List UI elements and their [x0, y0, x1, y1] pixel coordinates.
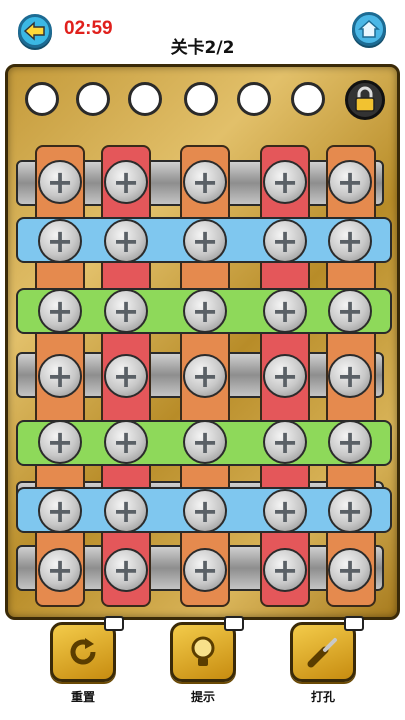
screw[interactable]: + — [183, 354, 227, 398]
screw[interactable]: + — [263, 160, 307, 204]
screw[interactable]: + — [38, 489, 82, 533]
screw[interactable]: + — [38, 420, 82, 464]
screw[interactable]: + — [104, 289, 148, 333]
empty-hole-slot[interactable] — [76, 82, 110, 116]
screw[interactable]: + — [38, 160, 82, 204]
screw[interactable]: + — [38, 289, 82, 333]
screw[interactable]: + — [38, 219, 82, 263]
empty-hole-slot[interactable] — [291, 82, 325, 116]
lightbulb-icon — [191, 636, 215, 666]
reset-label: 重置 — [70, 690, 95, 704]
screw[interactable]: + — [328, 354, 372, 398]
game-screen: 02:59 关卡2/2 + + + + + + + + + + + + + + … — [0, 0, 405, 720]
screw[interactable]: + — [328, 160, 372, 204]
screw[interactable]: + — [183, 160, 227, 204]
screw[interactable]: + — [328, 548, 372, 592]
screw[interactable]: + — [38, 548, 82, 592]
padlock-icon — [355, 86, 375, 112]
screw[interactable]: + — [104, 160, 148, 204]
video-ad-icon — [104, 616, 124, 631]
screw[interactable]: + — [263, 489, 307, 533]
screw[interactable]: + — [104, 489, 148, 533]
screw[interactable]: + — [104, 548, 148, 592]
reset-icon — [70, 638, 96, 665]
screw[interactable]: + — [183, 420, 227, 464]
empty-hole-slot[interactable] — [25, 82, 59, 116]
screw[interactable]: + — [183, 489, 227, 533]
video-ad-icon — [224, 616, 244, 631]
screw[interactable]: + — [104, 420, 148, 464]
screw[interactable]: + — [263, 289, 307, 333]
screw[interactable]: + — [328, 289, 372, 333]
screw[interactable]: + — [263, 548, 307, 592]
drill-icon — [307, 638, 337, 668]
level-indicator: 关卡2/2 — [170, 38, 235, 58]
screw[interactable]: + — [263, 219, 307, 263]
empty-hole-slot[interactable] — [237, 82, 271, 116]
drill-button[interactable] — [290, 622, 356, 682]
home-icon — [358, 19, 380, 38]
screw[interactable]: + — [183, 289, 227, 333]
screw[interactable]: + — [38, 354, 82, 398]
screw[interactable]: + — [328, 420, 372, 464]
screw[interactable]: + — [183, 219, 227, 263]
screw[interactable]: + — [104, 219, 148, 263]
drill-label: 打孔 — [310, 690, 335, 704]
home-button[interactable] — [352, 12, 386, 46]
empty-hole-slot[interactable] — [184, 82, 218, 116]
puzzle-board: + + + + + + + + + + + + + + + + + + + + … — [5, 64, 400, 620]
screw[interactable]: + — [328, 489, 372, 533]
reset-button[interactable] — [50, 622, 116, 682]
hint-label: 提示 — [190, 690, 215, 704]
hint-button[interactable] — [170, 622, 236, 682]
screw[interactable]: + — [263, 354, 307, 398]
video-ad-icon — [344, 616, 364, 631]
empty-hole-slot[interactable] — [128, 82, 162, 116]
locked-hole-button[interactable] — [345, 80, 385, 120]
screw[interactable]: + — [263, 420, 307, 464]
screw[interactable]: + — [328, 219, 372, 263]
screw[interactable]: + — [104, 354, 148, 398]
screw[interactable]: + — [183, 548, 227, 592]
